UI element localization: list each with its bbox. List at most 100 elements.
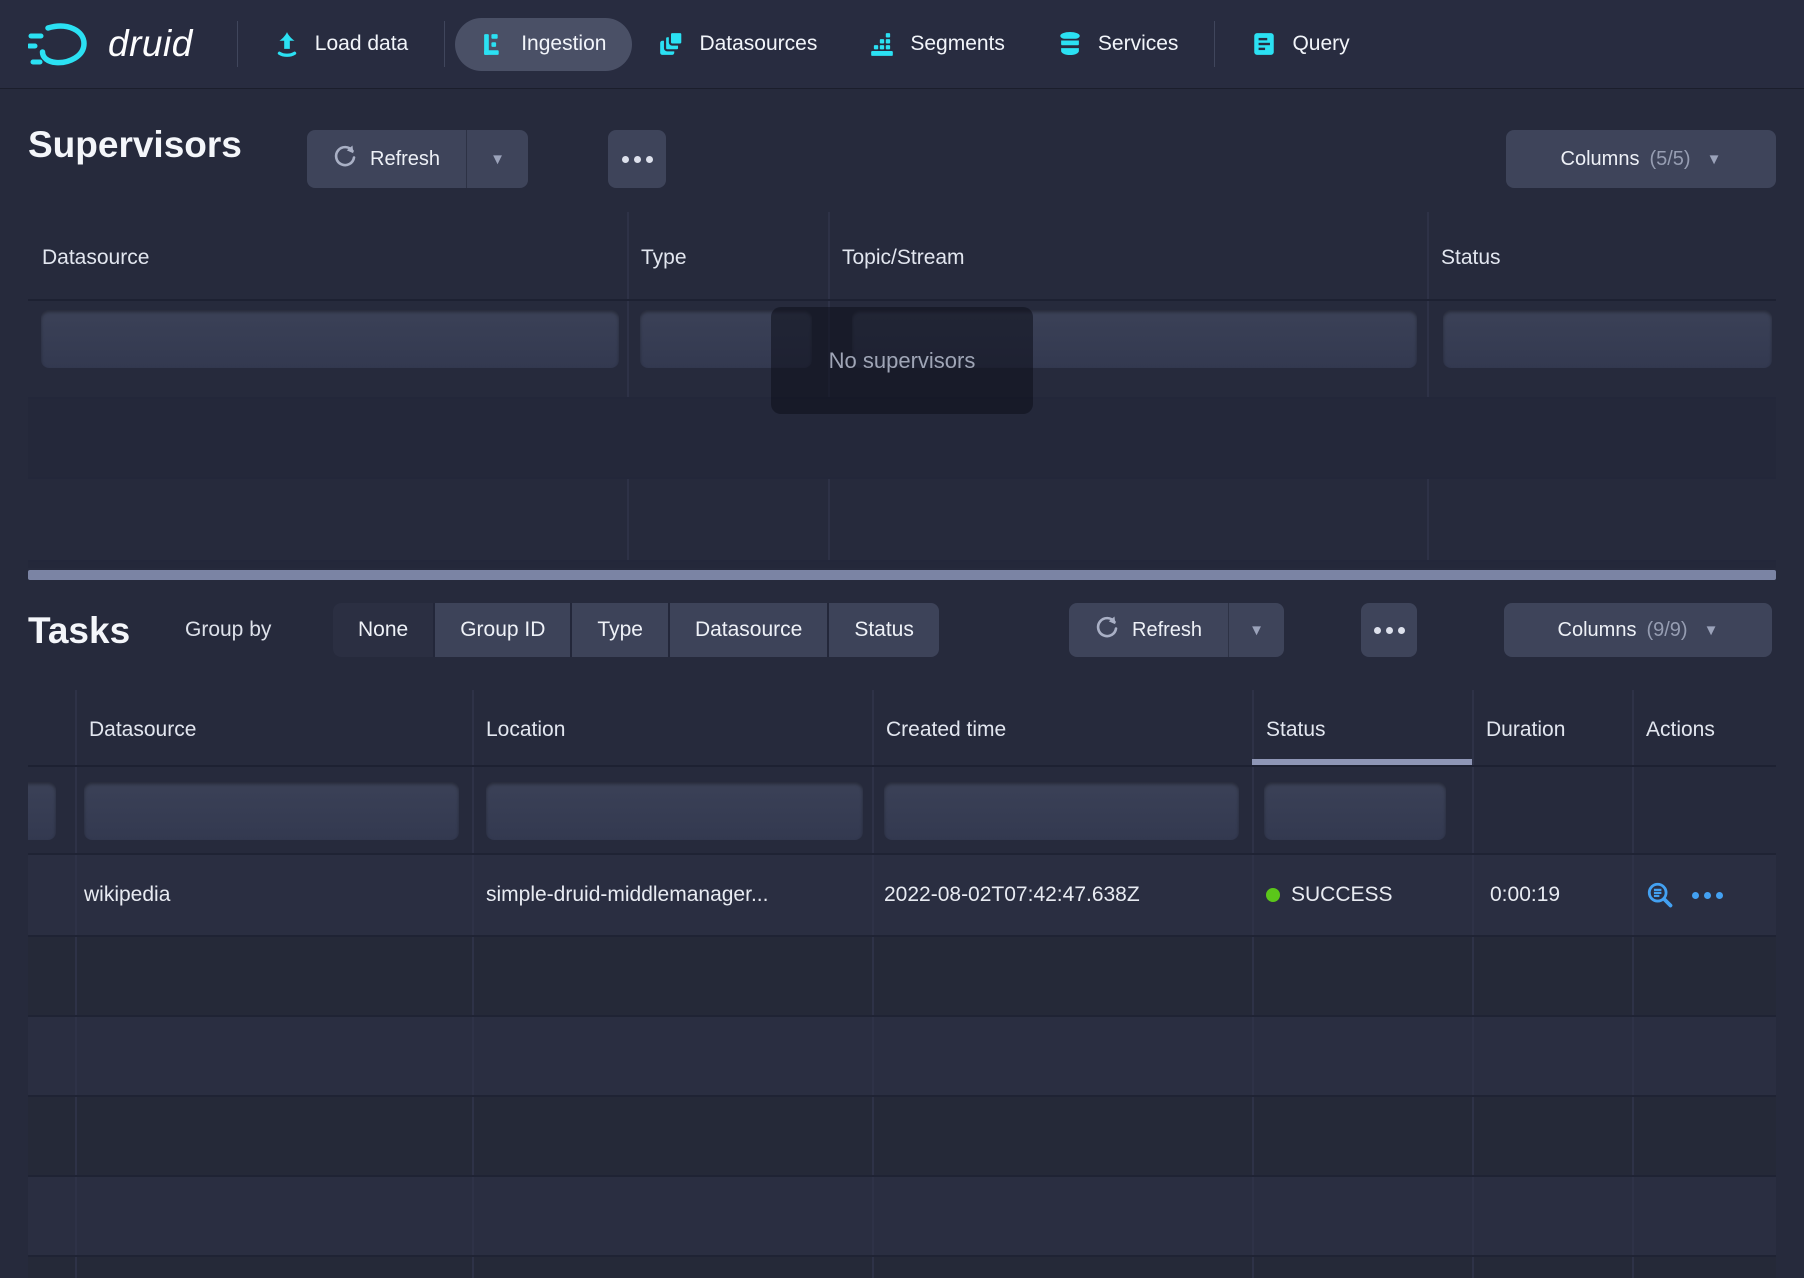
supervisors-refresh-button[interactable]: Refresh [307, 130, 466, 188]
columns-label: Columns [1561, 148, 1640, 171]
empty-row [28, 1175, 1776, 1255]
nav-item-segments[interactable]: Segments [843, 17, 1031, 71]
no-supervisors-overlay: No supervisors [771, 307, 1033, 414]
tasks-filter-group[interactable] [28, 782, 56, 840]
view-log-icon[interactable] [1646, 881, 1674, 909]
empty-row [28, 935, 1776, 1015]
header-border [28, 765, 1776, 767]
tasks-filter-datasource[interactable] [84, 782, 459, 840]
column-divider [1252, 690, 1254, 1278]
tasks-filter-created-time[interactable] [884, 782, 1239, 840]
cell-location: simple-druid-middlemanager... [486, 855, 768, 935]
tasks-more-button[interactable] [1361, 603, 1417, 657]
supervisors-horizontal-scrollbar[interactable] [28, 570, 1776, 580]
group-by-group-id-button[interactable]: Group ID [435, 603, 570, 657]
druid-logo[interactable]: druid [28, 22, 193, 66]
empty-row [28, 1095, 1776, 1175]
services-icon [1057, 31, 1083, 57]
upload-icon [274, 31, 300, 57]
supervisors-refresh-group: Refresh ▼ [307, 130, 528, 188]
status-label: SUCCESS [1291, 883, 1393, 907]
nav-item-services[interactable]: Services [1031, 17, 1205, 71]
nav-item-query[interactable]: Query [1225, 17, 1375, 71]
refresh-icon [333, 144, 357, 174]
tasks-header-datasource[interactable]: Datasource [75, 718, 472, 742]
supervisors-title: Supervisors [28, 124, 242, 166]
tasks-refresh-dropdown-button[interactable]: ▼ [1228, 603, 1284, 657]
druid-logo-icon [28, 22, 92, 66]
caret-down-icon: ▼ [1707, 152, 1722, 167]
supervisors-filter-datasource[interactable] [41, 310, 619, 368]
supervisors-header-type[interactable]: Type [627, 246, 828, 270]
row-border [28, 853, 1776, 855]
tasks-header-status[interactable]: Status [1252, 718, 1472, 742]
empty-row [28, 1015, 1776, 1095]
supervisors-refresh-dropdown-button[interactable]: ▼ [466, 130, 528, 188]
supervisors-header-datasource[interactable]: Datasource [28, 246, 627, 270]
nav-item-label: Ingestion [521, 32, 606, 56]
cell-status: SUCCESS [1266, 855, 1393, 935]
columns-label: Columns [1558, 619, 1637, 642]
row-border [28, 935, 1776, 937]
tasks-filter-status[interactable] [1264, 782, 1446, 840]
caret-down-icon: ▼ [490, 152, 505, 167]
refresh-label: Refresh [370, 148, 440, 171]
nav-item-ingestion[interactable]: Ingestion [455, 18, 632, 71]
row-border [28, 477, 1776, 479]
supervisors-columns-button[interactable]: Columns (5/5) ▼ [1506, 130, 1776, 188]
segments-icon [869, 31, 895, 57]
nav-divider [1214, 21, 1215, 67]
row-border [28, 1175, 1776, 1177]
row-border [28, 1015, 1776, 1017]
supervisors-header-topic-stream[interactable]: Topic/Stream [828, 246, 1427, 270]
columns-count: (9/9) [1646, 619, 1687, 642]
datasources-icon [658, 31, 684, 57]
empty-row [28, 1255, 1776, 1278]
group-by-status-button[interactable]: Status [829, 603, 939, 657]
query-icon [1251, 31, 1277, 57]
supervisors-filter-status[interactable] [1443, 310, 1772, 368]
group-by-type-button[interactable]: Type [572, 603, 668, 657]
tasks-title: Tasks [28, 610, 130, 652]
brand-name: druid [108, 23, 193, 65]
cell-datasource: wikipedia [84, 855, 170, 935]
nav-item-datasources[interactable]: Datasources [632, 17, 843, 71]
row-border [28, 1255, 1776, 1257]
cell-actions [1646, 855, 1723, 935]
group-by-label: Group by [185, 618, 271, 642]
supervisors-header-status[interactable]: Status [1427, 246, 1776, 270]
tasks-header-duration[interactable]: Duration [1472, 718, 1632, 742]
tasks-header-actions[interactable]: Actions [1632, 718, 1776, 742]
cell-duration: 0:00:19 [1490, 855, 1560, 935]
tasks-refresh-button[interactable]: Refresh [1069, 603, 1228, 657]
row-more-actions-icon[interactable] [1692, 892, 1723, 899]
columns-count: (5/5) [1649, 148, 1690, 171]
tasks-header-created-time[interactable]: Created time [872, 718, 1252, 742]
nav-item-load-data[interactable]: Load data [248, 17, 434, 71]
group-by-none-button[interactable]: None [333, 603, 433, 657]
nav-divider [444, 21, 445, 67]
column-divider [1472, 690, 1474, 1278]
ingestion-icon [481, 32, 506, 57]
supervisors-more-button[interactable] [608, 130, 666, 188]
nav-item-label: Query [1292, 32, 1349, 56]
row-border [28, 1095, 1776, 1097]
tasks-columns-button[interactable]: Columns (9/9) ▼ [1504, 603, 1772, 657]
row-border [28, 560, 1776, 562]
nav-item-label: Datasources [699, 32, 817, 56]
group-by-datasource-button[interactable]: Datasource [670, 603, 827, 657]
navbar: druid Load data Ingestion [0, 0, 1804, 88]
refresh-label: Refresh [1132, 619, 1202, 642]
column-divider [75, 690, 77, 1278]
tasks-filter-location[interactable] [486, 782, 863, 840]
refresh-icon [1095, 615, 1119, 645]
nav-item-label: Segments [910, 32, 1005, 56]
nav-divider [237, 21, 238, 67]
caret-down-icon: ▼ [1704, 623, 1719, 638]
nav-item-label: Load data [315, 32, 408, 56]
no-supervisors-message: No supervisors [829, 348, 976, 374]
tasks-header-location[interactable]: Location [472, 718, 872, 742]
caret-down-icon: ▼ [1249, 623, 1264, 638]
column-divider [872, 690, 874, 1278]
supervisors-table: Datasource Type Topic/Stream Status No s… [28, 212, 1776, 568]
